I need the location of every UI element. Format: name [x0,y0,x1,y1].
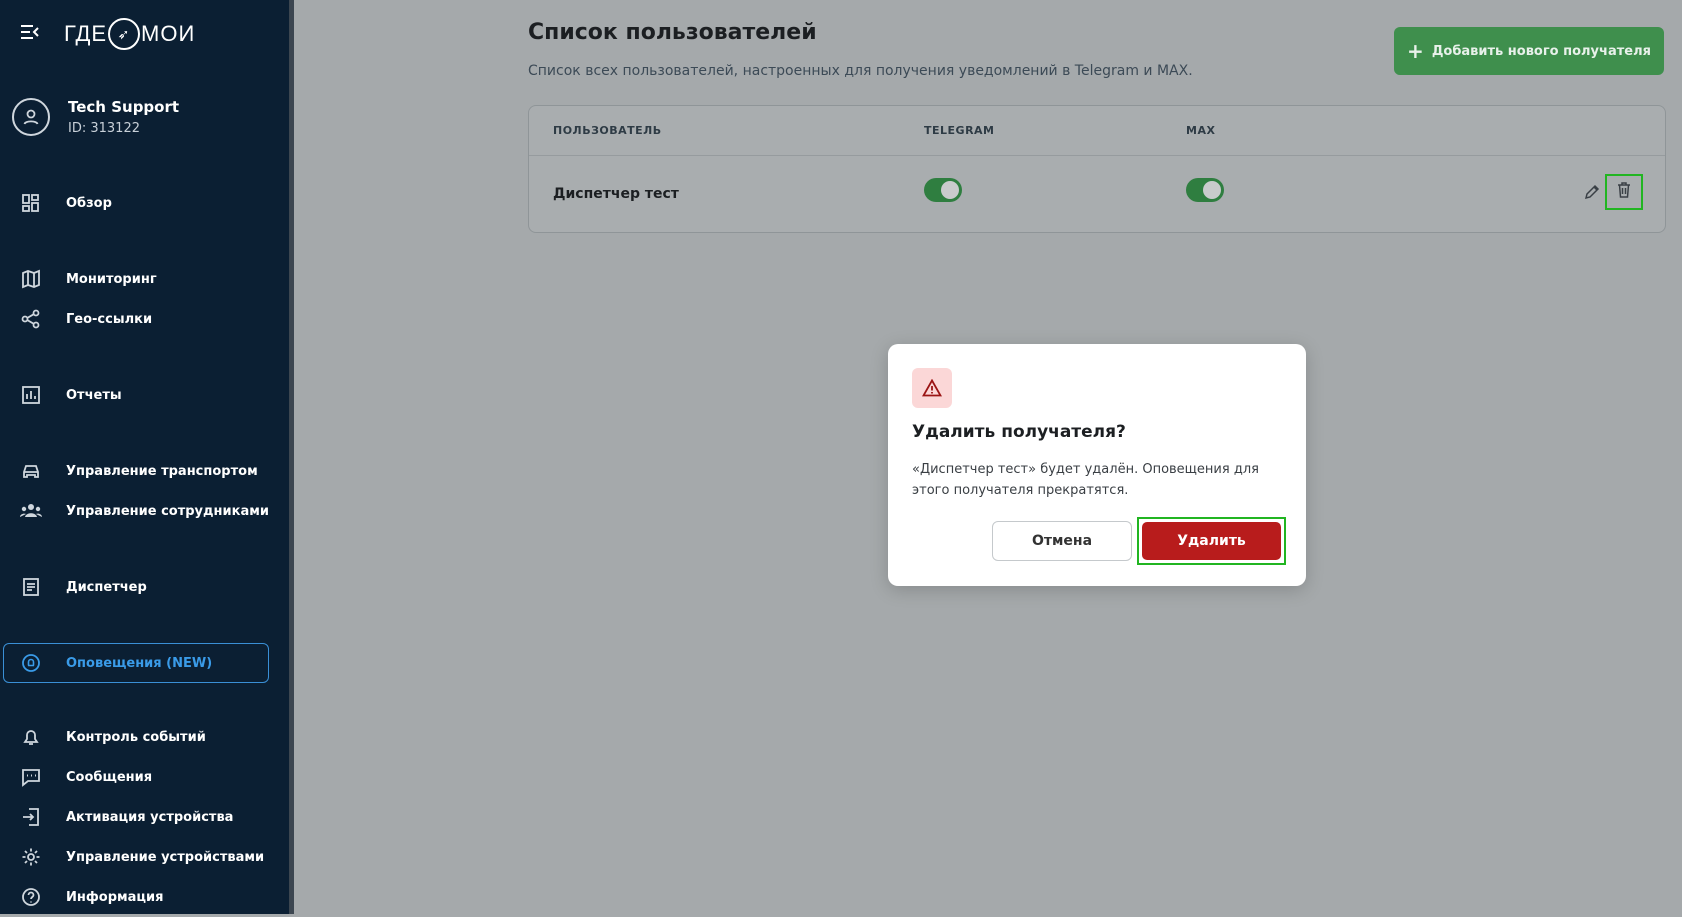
bell-icon [20,726,42,748]
login-icon [20,806,42,828]
sidebar-item-label: Оповещения (NEW) [66,655,213,671]
add-recipient-button[interactable]: + Добавить нового получателя [1394,27,1664,75]
report-icon [20,384,42,406]
compass-icon: ➶ [108,18,141,50]
sidebar-item-monitoring[interactable]: Мониторинг [0,259,290,299]
recipient-name: Диспетчер тест [553,186,679,202]
sidebar-item-reports[interactable]: Отчеты [0,375,290,415]
sidebar-item-label: Активация устройства [66,809,234,825]
sidebar-item-messages[interactable]: Сообщения [0,757,290,797]
max-toggle[interactable] [1186,178,1224,202]
sidebar-item-transport[interactable]: Управление транспортом [0,451,290,491]
sidebar-item-dispatcher[interactable]: Диспетчер [0,567,290,607]
share-icon [20,308,42,330]
user-profile[interactable]: Tech Support ID: 313122 [12,98,179,136]
gear-icon [20,846,42,868]
edit-button[interactable] [1577,179,1607,209]
sidebar-item-info[interactable]: Информация [0,877,290,917]
sidebar-item-label: Информация [66,889,164,905]
sidebar-item-employees[interactable]: Управление сотрудниками [0,491,290,531]
sidebar-item-event-control[interactable]: Контроль событий [0,717,290,757]
add-recipient-label: Добавить нового получателя [1431,43,1651,59]
sidebar-item-label: Гео-ссылки [66,311,153,327]
sidebar-item-device-management[interactable]: Управление устройствами [0,837,290,877]
map-icon [20,268,42,290]
document-icon [20,576,42,598]
people-icon [20,500,42,522]
pencil-icon [1584,184,1600,204]
user-name: Tech Support [68,98,180,116]
confirm-highlight: Удалить [1137,517,1286,565]
plus-icon: + [1407,39,1424,63]
help-icon [20,886,42,908]
page-subtitle: Список всех пользователей, настроенных д… [528,63,1193,79]
sidebar-item-device-activation[interactable]: Активация устройства [0,797,290,837]
column-header-telegram: TELEGRAM [924,124,995,137]
alert-circle-icon [20,652,42,674]
sidebar-item-label: Контроль событий [66,729,206,745]
column-header-user: ПОЛЬЗОВАТЕЛЬ [553,124,662,137]
users-table: ПОЛЬЗОВАТЕЛЬ TELEGRAM MAX Диспетчер тест [528,105,1666,233]
sidebar-item-label: Управление транспортом [66,463,258,479]
logo: ГДЕ ➶ МОИ [64,18,195,50]
sidebar-item-label: Сообщения [66,769,153,785]
delete-button[interactable] [1605,174,1643,210]
delete-confirm-dialog: Удалить получателя? «Диспетчер тест» буд… [888,344,1306,586]
sidebar-item-label: Обзор [66,195,112,211]
avatar [12,98,50,136]
dashboard-icon [20,192,42,214]
trash-icon [1617,182,1631,202]
car-icon [20,460,42,482]
sidebar-item-label: Отчеты [66,387,122,403]
sidebar-item-notifications[interactable]: Оповещения (NEW) [3,643,269,683]
sidebar-item-label: Управление сотрудниками [66,503,269,519]
dialog-message: «Диспетчер тест» будет удалён. Оповещени… [912,462,1259,498]
sidebar-header: ГДЕ ➶ МОИ [20,18,195,50]
cancel-button[interactable]: Отмена [992,521,1132,561]
telegram-toggle[interactable] [924,178,962,202]
user-id: ID: 313122 [68,121,140,136]
table-row: Диспетчер тест [529,156,1665,232]
dialog-title: Удалить получателя? [912,422,1126,442]
sidebar-item-overview[interactable]: Обзор [0,183,290,223]
table-header: ПОЛЬЗОВАТЕЛЬ TELEGRAM MAX [529,106,1665,156]
column-header-max: MAX [1186,124,1216,137]
sidebar-item-label: Диспетчер [66,579,147,595]
sidebar-item-label: Мониторинг [66,271,157,287]
confirm-delete-button[interactable]: Удалить [1142,522,1281,560]
sidebar-item-geo-links[interactable]: Гео-ссылки [0,299,290,339]
warning-icon [912,368,952,408]
sidebar-item-label: Управление устройствами [66,849,265,865]
menu-collapse-icon[interactable] [20,24,40,44]
page-title: Список пользователей [528,20,817,45]
chat-icon [20,766,42,788]
sidebar: ГДЕ ➶ МОИ Tech Support ID: 313122 Обзор … [0,0,290,914]
sidebar-scrollbar[interactable] [289,0,294,914]
